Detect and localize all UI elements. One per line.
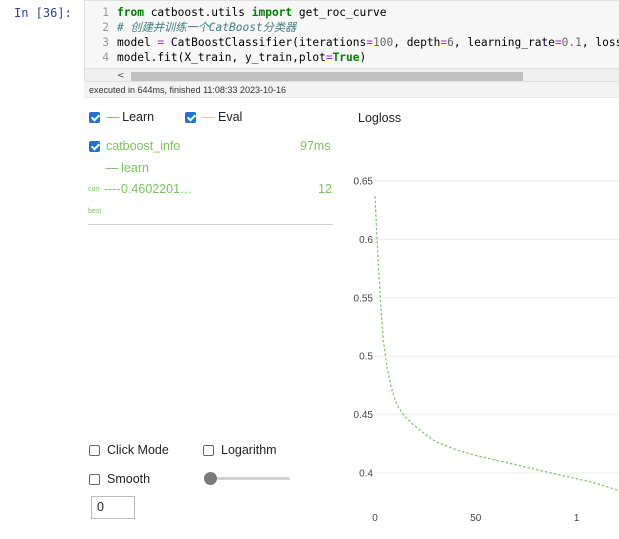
code-token: from	[117, 6, 144, 19]
x-tick-label: 50	[470, 513, 482, 524]
eval-legend: — Eval	[202, 110, 242, 124]
line-number: 2	[102, 21, 109, 34]
code-token: =	[554, 36, 562, 49]
chart-title: Logloss	[358, 111, 401, 125]
cell-prompt: In [36]:	[14, 6, 72, 20]
learn-legend: ---- Learn	[106, 110, 154, 124]
code-token: , learning_rate	[453, 36, 555, 49]
learn-sub-row: ---- learn	[105, 161, 149, 175]
curr-iteration: 12	[318, 182, 332, 196]
click-mode-label: Click Mode	[107, 443, 169, 457]
smooth-value-input[interactable]: 0	[91, 496, 135, 519]
line-number: 3	[102, 36, 109, 49]
curr-label: curr	[88, 186, 101, 193]
info-divider	[88, 224, 333, 225]
learn-checkbox[interactable]	[89, 112, 100, 123]
line-number: 4	[102, 51, 109, 64]
scrollbar-thumb[interactable]	[131, 72, 523, 81]
code-line-3: 3 model = CatBoostClassifier(iterations=1…	[85, 35, 619, 50]
learn-sub-label: learn	[121, 161, 149, 175]
x-tick-label: 0	[372, 513, 378, 524]
code-line-1: 1 from catboost.utils import get_roc_curv…	[85, 5, 386, 20]
y-tick-label: 0.65	[354, 177, 374, 188]
code-token: 6	[447, 36, 454, 49]
code-token: catboost.utils	[143, 6, 252, 19]
code-token: =	[325, 51, 333, 64]
smooth-slider-track[interactable]	[210, 477, 290, 480]
learn-legend-label: Learn	[122, 110, 155, 124]
code-token: 0.1	[561, 36, 582, 49]
smooth-checkbox[interactable]	[89, 474, 100, 485]
eval-legend-dash: —	[202, 110, 215, 124]
smooth-slider-thumb[interactable]	[204, 472, 217, 485]
code-token: )	[359, 51, 367, 64]
code-token: 100	[373, 36, 394, 49]
x-tick-label: 1	[574, 513, 580, 524]
code-token: import	[251, 6, 293, 19]
y-tick-label: 0.4	[359, 469, 373, 480]
code-token: =	[366, 36, 373, 49]
horizontal-scrollbar[interactable]: <	[85, 68, 619, 81]
code-token: , depth	[393, 36, 441, 49]
logarithm-label: Logarithm	[221, 443, 277, 457]
curr-value: 0.4602201…	[121, 182, 193, 196]
click-mode-checkbox[interactable]	[89, 445, 100, 456]
scroll-left-arrow-icon[interactable]: <	[117, 69, 125, 81]
y-tick-label: 0.45	[354, 410, 374, 421]
curr-dash: ----	[104, 182, 121, 196]
catboost-info-time: 97ms	[300, 139, 331, 153]
learn-legend-dash: ----	[106, 110, 120, 124]
catboost-info-name: catboost_info	[106, 139, 181, 153]
y-tick-label: 0.5	[359, 352, 373, 363]
code-token: # 创建并训练一个CatBoost分类器	[117, 21, 297, 34]
y-tick-label: 0.55	[354, 293, 374, 304]
code-token: model	[117, 36, 158, 49]
y-tick-label: 0.6	[359, 235, 373, 246]
code-token: CatBoostClassifier(iterations	[164, 36, 367, 49]
code-token: model.fit(X_train, y_train,plot	[117, 51, 326, 64]
code-line-2: 2 # 创建并训练一个CatBoost分类器	[85, 20, 296, 35]
eval-legend-label: Eval	[217, 110, 243, 124]
logarithm-checkbox[interactable]	[203, 445, 214, 456]
line-number: 1	[102, 6, 109, 19]
series-line-learn	[374, 196, 619, 492]
code-line-4: 4 model.fit(X_train, y_train,plot=True)	[85, 50, 366, 65]
code-token: True	[332, 51, 360, 64]
code-cell[interactable]: 1 from catboost.utils import get_roc_curv…	[84, 0, 619, 82]
code-token: , loss_fu	[581, 36, 619, 49]
code-token: get_roc_curve	[292, 6, 387, 19]
best-label: best	[88, 208, 102, 215]
catboost-info-checkbox[interactable]	[89, 141, 100, 152]
smooth-label: Smooth	[107, 472, 151, 486]
execution-info: executed in 644ms, finished 11:08:33 202…	[84, 82, 619, 98]
eval-checkbox[interactable]	[185, 112, 196, 123]
learn-sub-dash: ----	[105, 161, 119, 175]
